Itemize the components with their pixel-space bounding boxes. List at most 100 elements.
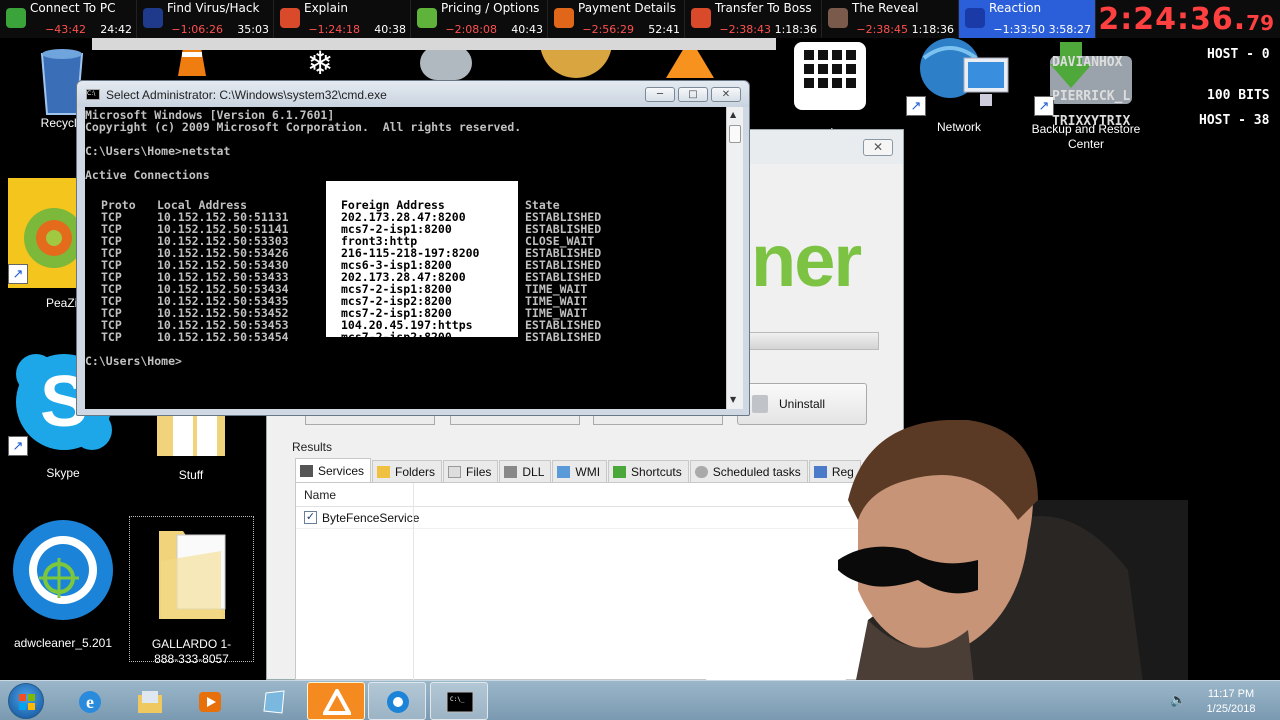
ccleaner-progress-bar	[745, 332, 879, 350]
split-delta: −43:42	[45, 23, 86, 36]
row-checkbox[interactable]: ✓	[304, 511, 317, 524]
taskbar-file-explorer[interactable]	[120, 682, 178, 720]
network-label: Network	[936, 120, 981, 134]
connection-state: ESTABLISHED	[525, 330, 602, 344]
tab-scheduled-tasks[interactable]: Scheduled tasks	[689, 460, 808, 482]
wmi-tab-icon	[557, 465, 571, 478]
split-delta: −1:06:26	[171, 23, 223, 36]
uninstall-button[interactable]: Uninstall	[737, 383, 867, 425]
bits-label: 100 BITS	[1207, 88, 1270, 103]
desktop-icon-grid-app[interactable]: rele	[790, 38, 870, 141]
foreign-address-selection: Foreign Address 202.173.28.47:8200 mcs7-2-…	[326, 181, 518, 343]
tab-folders[interactable]: Folders	[372, 460, 443, 482]
scroll-up-icon[interactable]: ▲	[730, 110, 736, 119]
split-item: The Reveal −2:38:45 1:18:36	[822, 0, 959, 38]
backup-shortcut-arrow-icon: ↗	[1034, 96, 1054, 116]
taskbar-cmd[interactable]: C:\_	[430, 682, 488, 720]
tab-services-label: Services	[318, 463, 365, 478]
app-icon-round[interactable]	[420, 46, 472, 80]
notepad-icon	[263, 690, 285, 714]
tab-services[interactable]: Services	[295, 458, 372, 482]
clock-tab-icon	[694, 465, 708, 478]
tab-dll[interactable]: DLL	[499, 460, 552, 482]
tab-shortcuts-label: Shortcuts	[631, 464, 682, 479]
split-delta: −1:24:18	[308, 23, 360, 36]
split-time: 3:58:27	[1048, 23, 1091, 36]
split-time: 24:42	[100, 23, 132, 36]
connection-local-address: 10.152.152.50:53454	[157, 330, 289, 344]
overlay-name-1: DAVIANHOX	[1052, 55, 1123, 70]
taskbar-internet-explorer[interactable]: e	[60, 682, 118, 720]
cmd-icon: C:\_	[446, 691, 474, 713]
desktop-icon-stuff-folder[interactable]: Stuff	[140, 410, 242, 483]
timer-fraction: 79	[1246, 11, 1274, 35]
taskbar-media-player[interactable]	[180, 682, 238, 720]
column-divider	[413, 483, 414, 681]
shortcut-tab-icon	[613, 465, 627, 478]
ccleaner-logo-text: ner	[751, 219, 862, 302]
tab-wmi-label: WMI	[575, 464, 601, 479]
split-name: Reaction	[989, 1, 1042, 15]
taskbar-ccleaner[interactable]	[368, 682, 426, 720]
peazip-shortcut-arrow-icon: ↗	[8, 264, 28, 284]
split-time: 1:18:36	[911, 23, 954, 36]
backup-label-line2: Center	[1067, 137, 1105, 151]
cmd-titlebar[interactable]: C:\ Select Administrator: C:\Windows\sys…	[77, 81, 749, 107]
split-name: The Reveal	[852, 1, 919, 15]
scroll-thumb[interactable]	[729, 125, 741, 143]
split-time: 35:03	[237, 23, 269, 36]
services-tab-icon	[300, 464, 313, 477]
webcam-feed	[838, 420, 1188, 720]
list-item[interactable]: ✓ ByteFenceService	[296, 507, 898, 529]
split-item: Pricing / Options −2:08:08 40:43	[411, 0, 548, 38]
windows-logo-icon	[19, 694, 35, 710]
taskbar-app-4[interactable]	[244, 682, 302, 720]
desktop-icon-gallardo-folder[interactable]: GALLARDO 1- 888-333-8057	[129, 516, 254, 666]
start-button[interactable]	[8, 683, 44, 719]
column-header-name[interactable]: Name	[296, 483, 898, 507]
adwcleaner-label: adwcleaner_5.201	[13, 636, 113, 650]
dll-tab-icon	[504, 465, 518, 478]
maximize-button[interactable]: □	[678, 87, 708, 102]
tab-shortcuts[interactable]: Shortcuts	[608, 460, 689, 482]
minimize-button[interactable]: ─	[645, 87, 675, 102]
split-delta: −2:08:08	[445, 23, 497, 36]
desktop-icon-peazip[interactable]: ↗ PeaZi	[8, 178, 84, 311]
file-tab-icon	[448, 465, 462, 478]
split-item: Transfer To Boss −2:38:43 1:18:36	[685, 0, 822, 38]
desktop-icon-adwcleaner[interactable]: adwcleaner_5.201	[4, 518, 122, 651]
peazip-label: PeaZi	[46, 296, 78, 310]
split-item: Find Virus/Hack −1:06:26 35:03	[137, 0, 274, 38]
svg-text:C:\_: C:\_	[450, 696, 465, 703]
skype-shortcut-arrow-icon: ↗	[8, 436, 28, 456]
speedrun-splits-bar: Connect To PC −43:42 24:42 Find Virus/Hack −…	[0, 0, 1280, 38]
skype-label: Skype	[46, 466, 80, 480]
cmd-scrollbar[interactable]: ▲ ▼	[726, 107, 743, 409]
folder-icon	[157, 410, 225, 456]
split-item: Payment Details −2:56:29 52:41	[548, 0, 685, 38]
folder-icon	[138, 691, 162, 713]
tab-files[interactable]: Files	[443, 460, 499, 482]
scroll-down-icon[interactable]: ▼	[730, 395, 736, 404]
split-name: Find Virus/Hack	[167, 1, 260, 15]
split-name: Explain	[304, 1, 348, 15]
ccleaner-close-button[interactable]: ✕	[863, 139, 893, 156]
split-time: 40:38	[374, 23, 406, 36]
split-item: Reaction −1:33:50 3:58:27	[959, 0, 1096, 38]
console-line: C:\Users\Home>netstat	[85, 144, 231, 158]
grid-app-icon	[794, 42, 866, 110]
desktop-icon-network[interactable]: ↗ Network	[904, 38, 1014, 135]
volume-icon[interactable]: 🔈	[1170, 693, 1186, 709]
internet-explorer-icon: e	[79, 691, 101, 713]
split-item: Explain −1:24:18 40:38	[274, 0, 411, 38]
registry-tab-icon	[813, 465, 827, 478]
cmd-console[interactable]: Foreign Address 202.173.28.47:8200 mcs7-2-…	[85, 107, 726, 409]
gallardo-label-line1: GALLARDO 1-	[151, 637, 232, 651]
taskbar-clock[interactable]: 11:17 PM 1/25/2018	[1196, 687, 1266, 717]
folder-tab-icon	[377, 465, 391, 478]
split-item: Connect To PC −43:42 24:42	[0, 0, 137, 38]
tab-wmi[interactable]: WMI	[552, 460, 608, 482]
snowflake-icon[interactable]: ❄	[290, 46, 350, 80]
taskbar-avast[interactable]	[307, 682, 365, 720]
close-button[interactable]: ✕	[711, 87, 741, 102]
